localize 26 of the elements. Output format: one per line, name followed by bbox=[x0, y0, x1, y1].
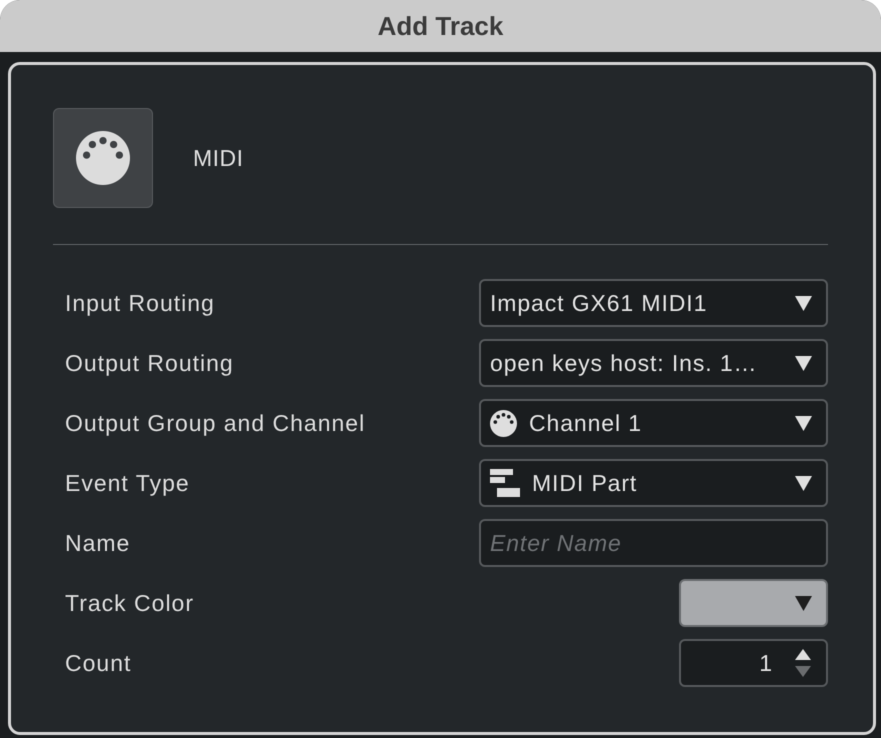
name-input-field[interactable]: Enter Name bbox=[479, 519, 828, 567]
midi-connector-icon bbox=[490, 410, 517, 436]
field-label: Count bbox=[65, 650, 132, 676]
track-type-label: MIDI bbox=[193, 144, 244, 172]
count-field[interactable]: 1 bbox=[679, 639, 828, 687]
field-label: Input Routing bbox=[65, 290, 215, 316]
dropdown-caret-icon bbox=[795, 596, 812, 610]
field-label: Output Group and Channel bbox=[65, 410, 366, 436]
dropdown-caret-icon bbox=[795, 416, 812, 430]
field-label: Track Color bbox=[65, 590, 194, 616]
field-label: Output Routing bbox=[65, 350, 234, 376]
field-label: Event Type bbox=[65, 470, 190, 496]
window-title: Add Track bbox=[378, 10, 504, 42]
dropdown-caret-icon bbox=[795, 356, 812, 370]
channel-dropdown[interactable]: Channel 1 bbox=[479, 399, 828, 447]
dropdown-caret-icon bbox=[795, 476, 812, 490]
up-arrow-icon[interactable] bbox=[795, 649, 811, 660]
track-type-button[interactable] bbox=[53, 108, 153, 208]
routing-dropdown[interactable]: Impact GX61 MIDI1 bbox=[479, 279, 828, 327]
staggered-bars-icon bbox=[490, 469, 520, 497]
event-type-dropdown[interactable]: MIDI Part bbox=[479, 459, 828, 507]
track-color-dropdown[interactable] bbox=[679, 579, 828, 627]
routing-dropdown[interactable]: open keys host: Ins. 1… bbox=[479, 339, 828, 387]
dropdown-caret-icon bbox=[795, 296, 812, 310]
midi-connector-icon bbox=[76, 131, 130, 185]
field-label: Name bbox=[65, 530, 130, 556]
